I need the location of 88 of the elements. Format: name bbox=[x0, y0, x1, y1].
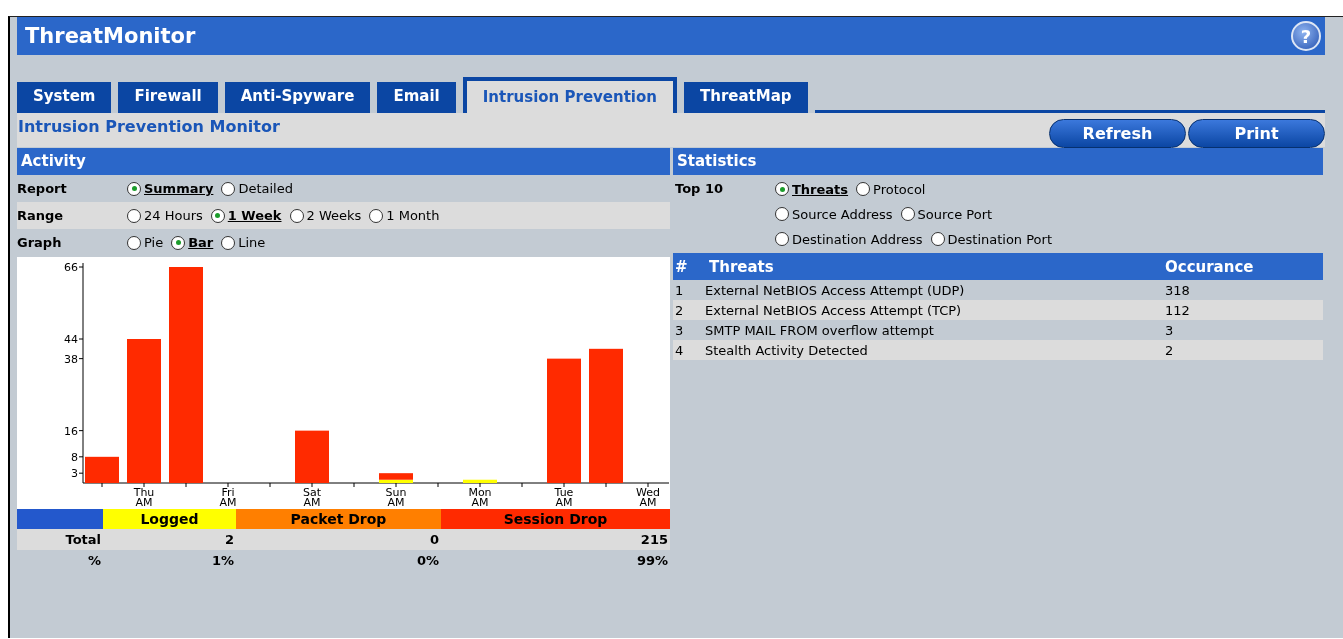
print-button[interactable]: Print bbox=[1188, 118, 1325, 148]
total-label: Total bbox=[64, 532, 102, 547]
radio-icon[interactable] bbox=[127, 235, 141, 250]
radio-icon[interactable] bbox=[775, 207, 789, 221]
total-value: 2 bbox=[223, 532, 235, 547]
total-value: 0% bbox=[415, 553, 440, 568]
table-cell-text: 2 bbox=[674, 302, 685, 318]
radio-icon[interactable] bbox=[775, 232, 789, 246]
x-tick-label: Sun AM bbox=[385, 486, 407, 509]
table-cell-text: External NetBIOS Access Attempt (UDP) bbox=[705, 282, 966, 298]
radio-option[interactable]: 1 Month bbox=[369, 208, 440, 223]
table-cell-text: Stealth Activity Detected bbox=[705, 342, 869, 358]
radio-option[interactable]: Destination Port bbox=[930, 231, 1053, 247]
tab[interactable]: System bbox=[17, 82, 112, 113]
x-tick-label: Tue AM bbox=[554, 486, 574, 509]
table-cell-text: 2 bbox=[1165, 342, 1175, 358]
legend-item: Packet Drop bbox=[236, 509, 441, 529]
table-cell-text: 4 bbox=[674, 342, 685, 358]
radio-icon[interactable] bbox=[369, 208, 384, 223]
total-value: 0 bbox=[428, 532, 440, 547]
total-value: 215 bbox=[639, 532, 669, 547]
field-label: Graph bbox=[17, 235, 63, 250]
field-label: Range bbox=[17, 208, 65, 223]
y-tick-label: 16 bbox=[64, 424, 78, 438]
y-tick-label: 3 bbox=[71, 467, 78, 481]
radio-option[interactable]: Source Address bbox=[775, 206, 893, 222]
section-header: Statistics bbox=[673, 148, 1323, 175]
tab[interactable]: Email bbox=[377, 82, 456, 113]
field-label: Top 10 bbox=[674, 180, 724, 198]
radio-icon[interactable] bbox=[289, 208, 304, 223]
x-tick-label: Mon AM bbox=[468, 486, 492, 509]
radio-icon[interactable] bbox=[900, 207, 915, 221]
radio-option[interactable]: 1 Week bbox=[210, 208, 282, 223]
radio-option[interactable]: Source Port bbox=[900, 206, 993, 222]
radio-icon[interactable] bbox=[221, 235, 236, 250]
radio-icon[interactable] bbox=[210, 208, 225, 223]
radio-option[interactable]: Protocol bbox=[856, 181, 926, 197]
x-tick-label: Fri AM bbox=[219, 486, 237, 509]
column-header: # bbox=[674, 257, 689, 276]
radio-option[interactable]: 2 Weeks bbox=[289, 208, 362, 223]
radio-icon[interactable] bbox=[930, 232, 945, 246]
radio-icon[interactable] bbox=[221, 181, 236, 196]
bar bbox=[463, 479, 497, 483]
field-label: Report bbox=[17, 181, 68, 196]
tab[interactable]: Intrusion Prevention bbox=[462, 77, 677, 113]
y-tick-label: 66 bbox=[64, 261, 78, 274]
radio-icon[interactable] bbox=[127, 208, 141, 223]
section-header: Activity bbox=[17, 148, 670, 175]
column-header: Threats bbox=[708, 257, 775, 276]
refresh-button[interactable]: Refresh bbox=[1049, 118, 1186, 148]
column-header: Occurance bbox=[1165, 257, 1255, 276]
table-cell-text: 112 bbox=[1165, 302, 1191, 318]
radio-icon[interactable] bbox=[856, 182, 871, 196]
radio-option[interactable]: Destination Address bbox=[775, 231, 923, 247]
legend-item: Session Drop bbox=[441, 509, 670, 529]
bar bbox=[295, 430, 329, 483]
x-tick-label: Wed AM bbox=[636, 486, 660, 509]
radio-option[interactable]: Threats bbox=[775, 181, 849, 197]
total-label: % bbox=[86, 553, 102, 568]
total-value: 1% bbox=[210, 553, 235, 568]
x-tick-label: Sat AM bbox=[303, 486, 321, 509]
radio-icon[interactable] bbox=[775, 182, 789, 196]
legend-item: Logged bbox=[103, 509, 236, 529]
radio-option[interactable]: Bar bbox=[171, 235, 214, 250]
y-tick-label: 44 bbox=[64, 333, 78, 346]
table-cell-text: 318 bbox=[1165, 282, 1191, 298]
radio-option[interactable]: 24 Hours bbox=[127, 208, 203, 223]
y-tick-label: 8 bbox=[71, 450, 78, 464]
x-tick-label: Thu AM bbox=[133, 486, 155, 509]
total-value: 99% bbox=[635, 553, 669, 568]
tab[interactable]: Firewall bbox=[118, 82, 218, 113]
radio-option[interactable]: Line bbox=[221, 235, 266, 250]
app-title: ThreatMonitor bbox=[25, 24, 196, 48]
page-title: Intrusion Prevention Monitor bbox=[17, 116, 280, 136]
table-cell-text: SMTP MAIL FROM overflow attempt bbox=[705, 322, 935, 338]
table-cell-text: 1 bbox=[674, 282, 685, 298]
radio-option[interactable]: Summary bbox=[127, 181, 214, 196]
table-cell-text: 3 bbox=[1165, 322, 1175, 338]
table-cell-text: 3 bbox=[674, 322, 685, 338]
radio-option[interactable]: Pie bbox=[127, 235, 164, 250]
table-cell-text: External NetBIOS Access Attempt (TCP) bbox=[705, 302, 963, 318]
radio-icon[interactable] bbox=[171, 235, 186, 250]
bar bbox=[85, 456, 119, 483]
radio-icon[interactable] bbox=[127, 181, 141, 196]
radio-option[interactable]: Detailed bbox=[221, 181, 293, 196]
tab[interactable]: Anti-Spyware bbox=[224, 82, 371, 113]
tab[interactable]: ThreatMap bbox=[684, 82, 808, 113]
y-tick-label: 38 bbox=[64, 352, 78, 366]
